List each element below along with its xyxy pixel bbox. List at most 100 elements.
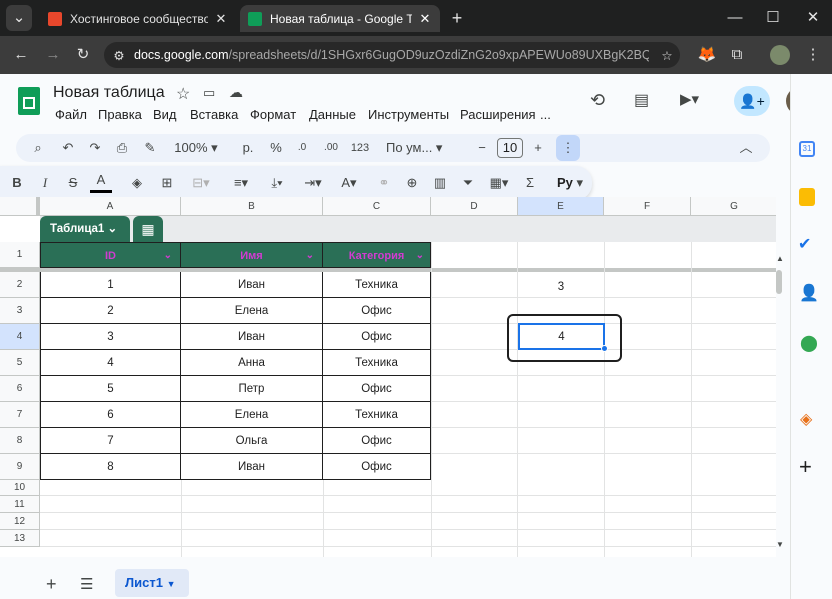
star-icon[interactable]: ☆ bbox=[176, 84, 190, 104]
table-cell[interactable]: Иван bbox=[181, 454, 323, 480]
functions-button[interactable]: Σ bbox=[520, 169, 540, 197]
menu-more[interactable]: ... bbox=[540, 107, 551, 122]
vertical-scrollbar[interactable] bbox=[776, 270, 782, 294]
sheet-tab-active[interactable]: Лист1 ▼ bbox=[115, 569, 189, 597]
bold-button[interactable]: B bbox=[8, 169, 26, 197]
fill-color-icon[interactable]: ◈ bbox=[126, 169, 148, 197]
sheets-logo[interactable] bbox=[18, 87, 40, 115]
close-icon[interactable]: ✕ bbox=[214, 11, 228, 27]
column-header-f[interactable]: F bbox=[604, 197, 691, 216]
table-cell[interactable]: Иван bbox=[181, 272, 323, 298]
menu-file[interactable]: Файл bbox=[55, 107, 87, 122]
table-cell[interactable]: Елена bbox=[181, 298, 323, 324]
row-header-2[interactable]: 2 bbox=[0, 272, 40, 298]
cell-e2[interactable]: 3 bbox=[518, 276, 604, 298]
row-header-10[interactable]: 10 bbox=[0, 480, 40, 496]
table-cell[interactable]: Елена bbox=[181, 402, 323, 428]
address-bar[interactable]: ⚙ docs.google.com/spreadsheets/d/1SHGxr6… bbox=[104, 42, 680, 68]
decrease-decimal-button[interactable]: .0 bbox=[292, 134, 312, 162]
share-button[interactable]: 👤+ bbox=[734, 86, 770, 116]
extension-metamask-icon[interactable]: 🦊 bbox=[694, 42, 720, 68]
format-percent-button[interactable]: % bbox=[266, 134, 286, 162]
search-menus-icon[interactable]: ⌕ bbox=[28, 134, 48, 162]
row-header-1[interactable]: 1 bbox=[0, 242, 40, 268]
site-info-icon[interactable]: ⚙ bbox=[104, 48, 134, 63]
add-sheet-icon[interactable]: + bbox=[46, 574, 57, 595]
paint-format-icon[interactable]: ✎ bbox=[140, 134, 160, 162]
dropdown-chevron-icon[interactable]: ⌄ bbox=[416, 243, 424, 269]
table-cell[interactable]: Иван bbox=[181, 324, 323, 350]
table-cell[interactable]: Техника bbox=[323, 402, 431, 428]
reload-icon[interactable]: ↻ bbox=[70, 42, 96, 68]
keep-icon[interactable] bbox=[799, 188, 815, 206]
table-cell[interactable]: Техника bbox=[323, 350, 431, 376]
table-cell[interactable]: 8 bbox=[40, 454, 181, 480]
scroll-up-icon[interactable]: ▲ bbox=[776, 254, 784, 263]
window-close-button[interactable]: ✕ bbox=[800, 5, 826, 31]
format-currency-button[interactable]: р. bbox=[238, 134, 258, 162]
collapse-toolbar-icon[interactable]: ︿ bbox=[736, 134, 756, 162]
maps-icon[interactable]: ⬤ bbox=[800, 333, 818, 353]
print-icon[interactable]: ⎙ bbox=[112, 134, 132, 162]
move-folder-icon[interactable]: ▭ bbox=[203, 85, 215, 101]
addon-icon[interactable]: ◈ bbox=[800, 409, 812, 429]
cell-e4-selected[interactable]: 4 bbox=[518, 323, 605, 350]
forward-icon[interactable]: → bbox=[40, 42, 66, 68]
table-name-chip[interactable]: Таблица1 ⌄ bbox=[40, 216, 130, 242]
column-header-b[interactable]: B bbox=[181, 197, 323, 216]
menu-format[interactable]: Формат bbox=[250, 107, 296, 122]
table-cell[interactable]: 3 bbox=[40, 324, 181, 350]
bookmark-star-icon[interactable]: ☆ bbox=[654, 48, 680, 63]
table-cell[interactable]: 6 bbox=[40, 402, 181, 428]
column-header-c[interactable]: C bbox=[323, 197, 431, 216]
close-icon[interactable]: ✕ bbox=[418, 11, 432, 27]
text-color-button[interactable]: A bbox=[90, 169, 112, 193]
horizontal-align-icon[interactable]: ≡▾ bbox=[226, 169, 256, 197]
input-tools-button[interactable]: Ру ▾ bbox=[554, 169, 586, 197]
strikethrough-button[interactable]: S bbox=[64, 169, 82, 197]
menu-tools[interactable]: Инструменты bbox=[368, 107, 449, 122]
text-rotation-icon[interactable]: A▾ bbox=[334, 169, 364, 197]
table-cell[interactable]: 5 bbox=[40, 376, 181, 402]
row-header-3[interactable]: 3 bbox=[0, 298, 40, 324]
table-cell[interactable]: 4 bbox=[40, 350, 181, 376]
redo-icon[interactable]: ↷ bbox=[85, 134, 105, 162]
insert-comment-icon[interactable]: ⊕ bbox=[402, 169, 422, 197]
row-header-4[interactable]: 4 bbox=[0, 324, 40, 350]
menu-view[interactable]: Вид bbox=[153, 107, 177, 122]
table-cell[interactable]: Офис bbox=[323, 324, 431, 350]
table-cell[interactable]: 2 bbox=[40, 298, 181, 324]
row-header-12[interactable]: 12 bbox=[0, 513, 40, 530]
all-sheets-icon[interactable]: ☰ bbox=[80, 575, 93, 593]
cloud-status-icon[interactable]: ☁ bbox=[229, 84, 243, 101]
font-size-increase[interactable]: + bbox=[530, 134, 546, 162]
get-addons-icon[interactable]: + bbox=[799, 454, 812, 480]
table-cell[interactable]: Офис bbox=[323, 376, 431, 402]
row-header-7[interactable]: 7 bbox=[0, 402, 40, 428]
doc-title[interactable]: Новая таблица bbox=[53, 84, 165, 102]
row-header-6[interactable]: 6 bbox=[0, 376, 40, 402]
extensions-icon[interactable]: ⧉ bbox=[724, 42, 750, 68]
browser-tab-sheets[interactable]: Новая таблица - Google Табли ✕ bbox=[240, 5, 440, 32]
text-wrap-icon[interactable]: ⇥▾ bbox=[298, 169, 328, 197]
table-cell[interactable]: Петр bbox=[181, 376, 323, 402]
dropdown-chevron-icon[interactable]: ⌄ bbox=[306, 243, 314, 269]
calendar-icon[interactable]: 31 bbox=[799, 141, 815, 157]
dropdown-chevron-icon[interactable]: ⌄ bbox=[164, 243, 172, 269]
row-header-5[interactable]: 5 bbox=[0, 350, 40, 376]
table-menu-icon[interactable]: ▦ bbox=[133, 216, 163, 242]
row-header-11[interactable]: 11 bbox=[0, 496, 40, 513]
tasks-icon[interactable]: ✔ bbox=[798, 234, 811, 254]
menu-edit[interactable]: Правка bbox=[98, 107, 142, 122]
contacts-icon[interactable]: 👤 bbox=[799, 283, 819, 303]
row-header-13[interactable]: 13 bbox=[0, 530, 40, 547]
table-header-name[interactable]: Имя ⌄ bbox=[181, 242, 323, 268]
more-options-icon[interactable]: ⋮ bbox=[556, 135, 580, 161]
maximize-button[interactable]: ☐ bbox=[760, 5, 786, 31]
history-icon[interactable]: ⟲ bbox=[590, 90, 605, 111]
select-all-corner[interactable] bbox=[0, 197, 40, 216]
scroll-down-icon[interactable]: ▼ bbox=[776, 540, 784, 549]
merge-cells-icon[interactable]: ⊟▾ bbox=[186, 169, 216, 197]
spreadsheet-grid[interactable]: A B C D E F G Таблица1 ⌄ ▦ 1 2 3 4 5 6 7… bbox=[0, 197, 776, 557]
insert-link-icon[interactable]: ⚭ bbox=[374, 169, 394, 197]
